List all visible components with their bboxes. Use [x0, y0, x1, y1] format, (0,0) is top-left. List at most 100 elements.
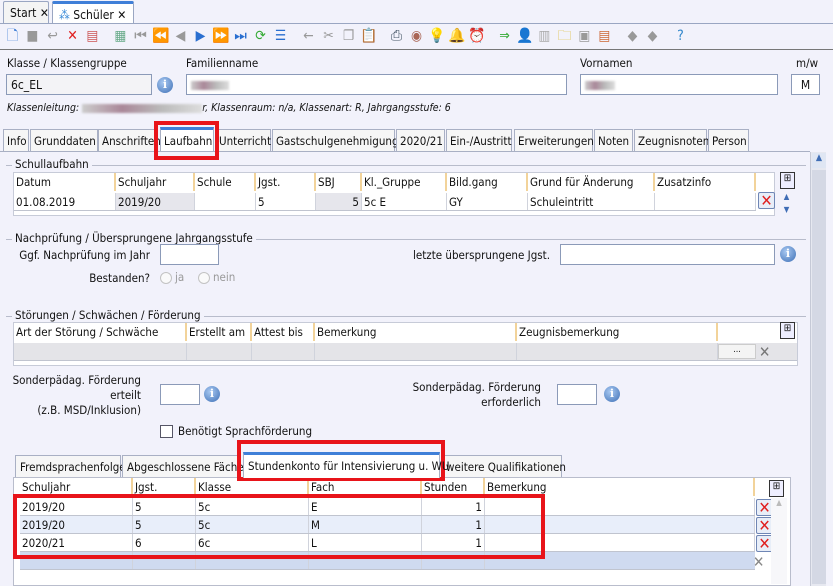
edit-icon[interactable]: ▣ — [576, 28, 593, 45]
last-icon[interactable]: ⏭ — [232, 28, 249, 45]
new-icon[interactable]: 🗋 — [4, 28, 21, 45]
familienname-field[interactable] — [186, 74, 567, 95]
cut-icon[interactable]: ✂ — [320, 28, 337, 45]
export-icon[interactable]: ⇒ — [496, 28, 513, 45]
tab-grunddaten[interactable]: Grunddaten — [30, 129, 98, 152]
column-chooser-icon[interactable]: ⊞ — [780, 322, 795, 339]
tab-erweiterungen[interactable]: Erweiterungen — [514, 129, 594, 152]
table-row[interactable]: 01.08.2019 2019/20 5 5 5c E GY Schuleintritt — [14, 193, 756, 211]
uebersprungen-field[interactable] — [560, 244, 775, 265]
list-icon[interactable]: ☰ — [272, 28, 289, 45]
contact-icon[interactable]: ▤ — [596, 28, 613, 45]
tab-ein-austritt[interactable]: Ein-/Austritt — [446, 129, 512, 152]
sprachfoerderung-checkbox[interactable]: Benötigt Sprachförderung — [160, 424, 312, 438]
next-icon[interactable]: ▶ — [192, 28, 209, 45]
delete-row-icon[interactable]: ✕ — [759, 343, 770, 361]
copy-record-icon[interactable]: ▦ — [112, 28, 129, 45]
gender-field[interactable]: M — [791, 74, 820, 95]
ellipsis-button[interactable]: ... — [718, 344, 756, 359]
paste-icon[interactable]: 📋 — [360, 28, 377, 45]
undo-icon[interactable]: ↩ — [44, 28, 61, 45]
refresh-icon[interactable]: ⟳ — [252, 28, 269, 45]
new-row[interactable]: ... ✕ — [14, 343, 797, 361]
schullaufbahn-grid[interactable]: Datum Schuljahr Schule Jgst. SBJ Kl._Gruppe Bi… — [13, 172, 775, 216]
column-header[interactable]: Art der Störung / Schwäche — [14, 323, 187, 341]
form-delete-icon[interactable]: ▤ — [84, 28, 101, 45]
column-header[interactable]: SBJ — [316, 173, 362, 191]
tab-unterricht[interactable]: Unterricht — [215, 129, 271, 152]
help-icon[interactable]: ? — [672, 28, 689, 45]
column-header[interactable]: Jgst. — [256, 173, 316, 191]
column-chooser-icon[interactable]: ⊞ — [780, 172, 795, 189]
column-header[interactable]: Attest bis — [252, 323, 315, 341]
shape-remove-icon[interactable]: ◆ — [644, 28, 661, 45]
column-header[interactable]: Datum — [14, 173, 116, 191]
column-header[interactable]: Schule — [195, 173, 256, 191]
scroll-up-icon[interactable]: ▲ — [812, 153, 826, 168]
tab-2020-21[interactable]: 2020/21 — [396, 129, 445, 152]
tab-start[interactable]: Start ✕ — [3, 1, 49, 23]
scroll-up-icon[interactable]: ▲ — [771, 498, 787, 507]
tab-anschriften[interactable]: Anschriften — [98, 129, 161, 152]
column-header[interactable]: Zusatzinfo — [655, 173, 756, 191]
foerderung-erteilt-field[interactable] — [160, 384, 200, 405]
first-icon[interactable]: ⏮ — [132, 28, 149, 45]
copy-icon[interactable]: ❐ — [340, 28, 357, 45]
back-icon[interactable]: ← — [300, 28, 317, 45]
tab-person[interactable]: Person — [708, 129, 749, 152]
idea-icon[interactable]: 💡 — [428, 28, 445, 45]
column-header[interactable]: Grund für Änderung — [528, 173, 655, 191]
foerderung-erforderlich-field[interactable] — [557, 384, 597, 405]
info-icon[interactable]: i — [157, 77, 173, 93]
stoerungen-grid[interactable]: Art der Störung / Schwäche Erstellt am Att… — [13, 322, 798, 366]
vornamen-field[interactable] — [580, 74, 778, 95]
column-header[interactable]: Zeugnisbemerkung — [517, 323, 718, 341]
tab-schueler[interactable]: ⁂ Schüler ✕ — [52, 1, 134, 23]
user-icon[interactable]: 👤 — [516, 28, 533, 45]
radio-nein[interactable]: nein — [198, 270, 235, 284]
info-icon[interactable]: i — [204, 386, 220, 402]
tab-gastschulgenehmigung[interactable]: Gastschulgenehmigung — [272, 129, 399, 152]
tab-zeugnisnoten[interactable]: Zeugnisnoten — [634, 129, 709, 152]
column-header[interactable]: Kl._Gruppe — [362, 173, 447, 191]
save-icon[interactable]: ■ — [24, 28, 41, 45]
info-icon[interactable]: i — [604, 386, 620, 402]
subtab-1[interactable]: Abgeschlossene Fächer — [122, 455, 248, 477]
prev-page-icon[interactable]: ⏪ — [152, 28, 169, 45]
shape-add-icon[interactable]: ◆ — [624, 28, 641, 45]
subtab-2[interactable]: Stundenkonto für Intensivierung u. WU — [243, 452, 449, 478]
delete-icon[interactable]: ✕ — [64, 28, 81, 45]
klasse-field[interactable]: 6c_EL — [6, 74, 152, 95]
delete-row-icon[interactable]: ✕ — [753, 553, 764, 571]
table-cell: 5 — [316, 193, 362, 210]
alarm-icon[interactable]: ⏰ — [468, 28, 485, 45]
close-icon[interactable]: ✕ — [117, 8, 126, 22]
info-icon[interactable]: i — [780, 246, 796, 262]
column-header[interactable]: Erstellt am — [187, 323, 252, 341]
tab-info[interactable]: Info — [3, 129, 29, 152]
column-header[interactable]: Bemerkung — [315, 323, 517, 341]
scroll-down-icon[interactable]: ▼ — [779, 205, 794, 217]
tab-noten[interactable]: Noten — [594, 129, 633, 152]
grid-scrollbar[interactable]: ▲ — [771, 498, 787, 584]
column-header[interactable]: Schuljahr — [116, 173, 195, 191]
subtab-0[interactable]: Fremdsprachenfolge — [15, 455, 126, 477]
bell-icon[interactable]: 🔔 — [448, 28, 465, 45]
column-header[interactable]: Bild.gang — [447, 173, 528, 191]
print-icon[interactable]: ⎙ — [388, 28, 405, 45]
next-page-icon[interactable]: ⏩ — [212, 28, 229, 45]
tb-icon[interactable]: ▥ — [536, 28, 553, 45]
folder-icon[interactable]: 🗀 — [556, 28, 573, 45]
label-line: erforderlich — [481, 395, 541, 409]
subtab-3[interactable]: weitere Qualifikationen — [441, 455, 566, 477]
column-chooser-icon[interactable]: ⊞ — [769, 480, 784, 497]
view-icon[interactable]: ◉ — [408, 28, 425, 45]
close-icon[interactable]: ✕ — [40, 6, 49, 20]
radio-ja[interactable]: ja — [160, 270, 184, 284]
delete-row-icon[interactable]: ✕ — [758, 192, 775, 209]
prev-icon[interactable]: ◀ — [172, 28, 189, 45]
nachpruefung-field[interactable] — [160, 244, 219, 265]
vertical-scrollbar[interactable]: ▲ — [810, 152, 826, 586]
scroll-thumb[interactable] — [812, 170, 826, 584]
scroll-up-icon[interactable]: ▲ — [779, 192, 794, 204]
